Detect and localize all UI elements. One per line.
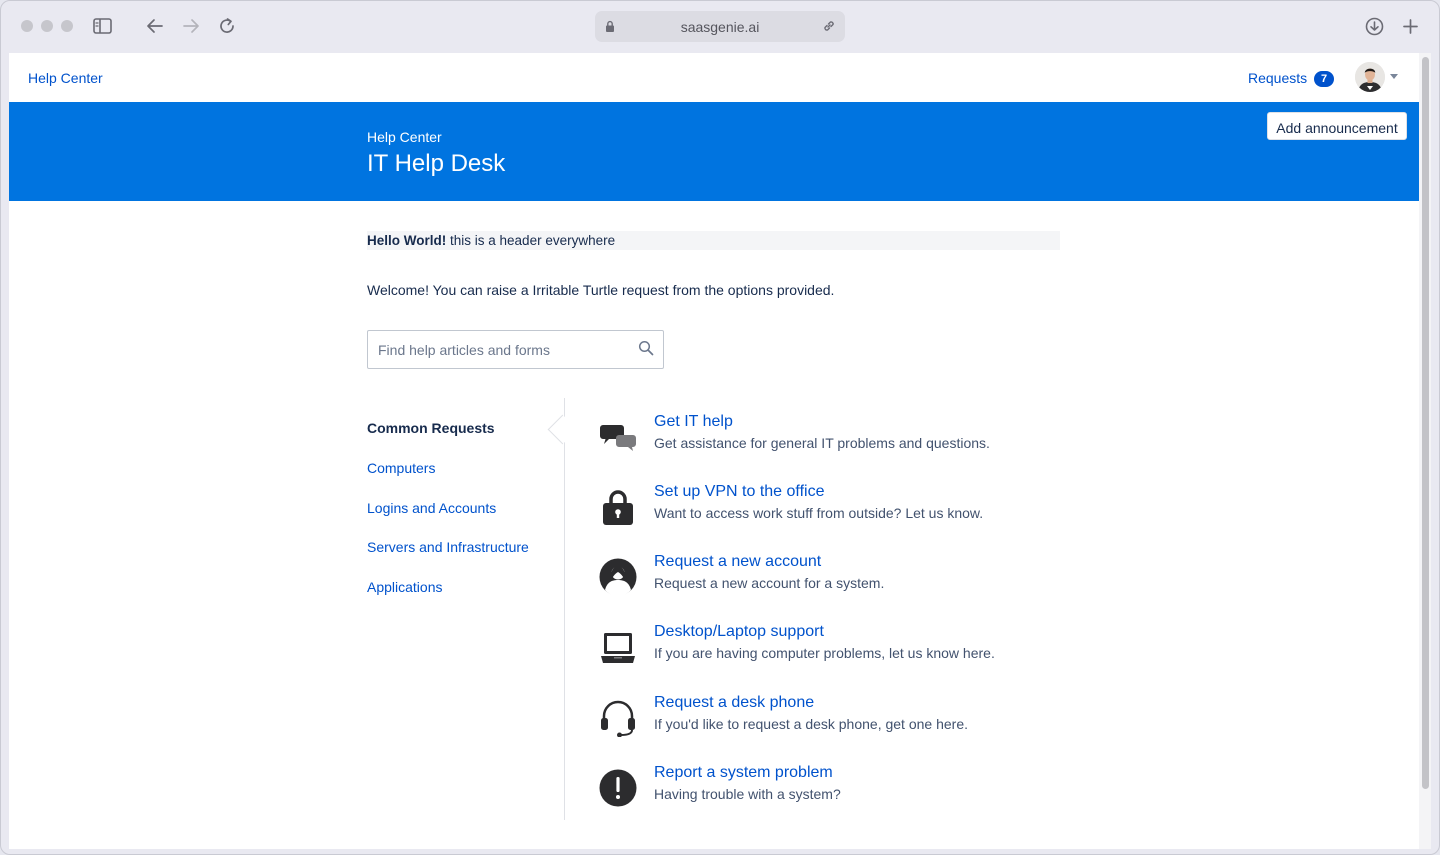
top-navigation: Help Center Requests 7 xyxy=(9,53,1419,102)
chevron-down-icon[interactable] xyxy=(1390,74,1398,79)
headset-icon xyxy=(601,700,635,737)
hero-banner: Help Center IT Help Desk Add announcemen… xyxy=(9,102,1419,201)
page-viewport: Help Center Requests 7 Help Center IT He… xyxy=(9,53,1419,849)
category-applications[interactable]: Applications xyxy=(367,579,443,595)
active-category-pointer xyxy=(547,414,578,445)
request-title[interactable]: Report a system problem xyxy=(654,764,833,782)
help-center-link[interactable]: Help Center xyxy=(28,70,103,86)
request-type-desktop-laptop-support[interactable]: Desktop/Laptop support If you are having… xyxy=(599,623,1199,673)
request-title[interactable]: Request a desk phone xyxy=(654,694,814,712)
request-title[interactable]: Set up VPN to the office xyxy=(654,483,824,501)
request-title[interactable]: Request a new account xyxy=(654,553,821,571)
search-box[interactable] xyxy=(367,330,664,369)
reload-icon[interactable] xyxy=(218,17,236,35)
zoom-window-button[interactable] xyxy=(61,20,73,32)
search-icon[interactable] xyxy=(638,340,654,356)
user-photo-icon xyxy=(1355,62,1385,92)
add-announcement-button[interactable]: Add announcement xyxy=(1267,112,1407,140)
user-avatar[interactable] xyxy=(1355,62,1385,92)
welcome-message: Welcome! You can raise a Irritable Turtl… xyxy=(367,282,835,298)
padlock-icon xyxy=(603,490,633,525)
search-input[interactable] xyxy=(368,331,633,368)
new-tab-icon[interactable] xyxy=(1403,19,1418,34)
request-description: If you are having computer problems, let… xyxy=(654,645,995,661)
minimize-window-button[interactable] xyxy=(41,20,53,32)
category-heading-common-requests[interactable]: Common Requests xyxy=(367,420,495,436)
link-icon[interactable] xyxy=(822,19,836,33)
request-description: If you'd like to request a desk phone, g… xyxy=(654,716,968,732)
forward-arrow-icon[interactable] xyxy=(182,18,200,34)
sidebar-toggle-icon[interactable] xyxy=(93,18,112,34)
download-icon[interactable] xyxy=(1365,17,1384,36)
request-description: Having trouble with a system? xyxy=(654,786,841,802)
request-type-get-it-help[interactable]: Get IT help Get assistance for general I… xyxy=(599,413,1199,463)
url-text: saasgenie.ai xyxy=(680,19,760,35)
announcement-text: this is a header everywhere xyxy=(450,233,616,248)
category-divider xyxy=(564,398,565,820)
person-icon xyxy=(599,558,637,596)
request-type-desk-phone[interactable]: Request a desk phone If you'd like to re… xyxy=(599,694,1199,744)
banner-subtitle: Help Center xyxy=(367,129,442,145)
request-title[interactable]: Get IT help xyxy=(654,413,733,431)
scrollbar-thumb[interactable] xyxy=(1422,57,1429,789)
exclamation-icon xyxy=(599,769,637,807)
close-window-button[interactable] xyxy=(21,20,33,32)
category-logins-and-accounts[interactable]: Logins and Accounts xyxy=(367,500,496,516)
requests-count-badge: 7 xyxy=(1314,71,1334,87)
request-description: Want to access work stuff from outside? … xyxy=(654,505,984,521)
address-bar[interactable]: saasgenie.ai xyxy=(595,11,845,42)
category-computers[interactable]: Computers xyxy=(367,460,435,476)
request-type-vpn[interactable]: Set up VPN to the office Want to access … xyxy=(599,483,1199,533)
page-title: IT Help Desk xyxy=(367,150,506,177)
announcement-bar: Hello World! this is a header everywhere xyxy=(367,231,1060,250)
browser-window: saasgenie.ai Help Center Requests 7 Help… xyxy=(0,0,1440,855)
request-description: Request a new account for a system. xyxy=(654,575,885,591)
request-type-system-problem[interactable]: Report a system problem Having trouble w… xyxy=(599,764,1199,814)
announcement-bold-text: Hello World! xyxy=(367,233,447,248)
chat-bubbles-icon xyxy=(600,425,636,451)
category-servers-and-infrastructure[interactable]: Servers and Infrastructure xyxy=(367,539,529,555)
laptop-icon xyxy=(601,633,635,663)
requests-link[interactable]: Requests xyxy=(1248,70,1307,86)
browser-toolbar: saasgenie.ai xyxy=(1,1,1439,52)
request-type-new-account[interactable]: Request a new account Request a new acco… xyxy=(599,553,1199,603)
request-description: Get assistance for general IT problems a… xyxy=(654,435,990,451)
back-arrow-icon[interactable] xyxy=(146,18,164,34)
request-title[interactable]: Desktop/Laptop support xyxy=(654,623,824,641)
